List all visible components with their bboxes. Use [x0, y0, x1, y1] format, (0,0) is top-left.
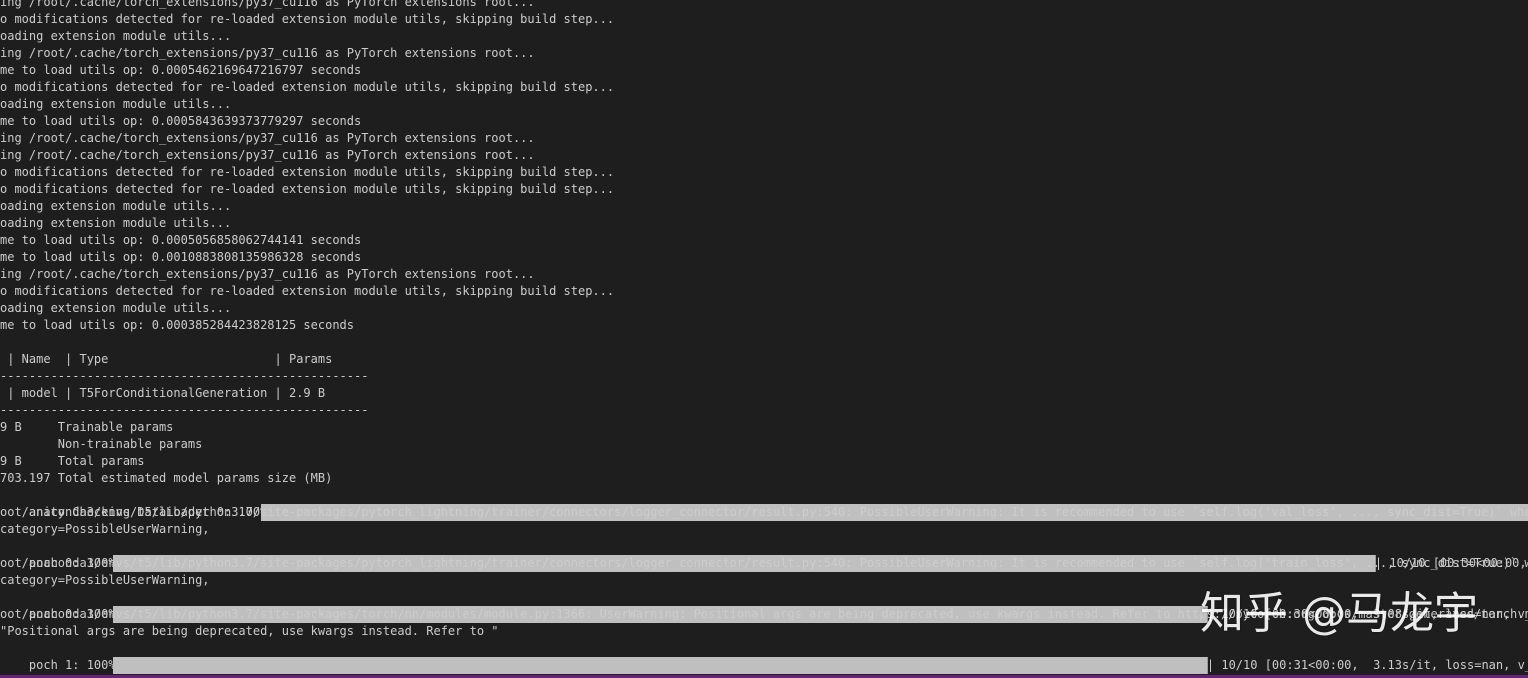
log-line: ing /root/.cache/torch_extensions/py37_c…: [0, 46, 535, 60]
non-trainable-params-line: Non-trainable params: [0, 437, 203, 451]
progress-fill: [112, 657, 1208, 674]
log-line: o modifications detected for re-loaded e…: [0, 165, 615, 179]
model-summary-divider: ----------------------------------------…: [0, 403, 369, 417]
total-params-line: 9 B Total params: [0, 454, 145, 468]
model-summary-row: | model | T5ForConditionalGeneration | 2…: [0, 386, 326, 400]
epoch-label: poch 1: 100%|: [28, 658, 123, 672]
epoch-progress-row: poch 1: 100%| | 10/10 [00:31<00:00, 3.13s…: [0, 640, 1528, 674]
log-line: o modifications detected for re-loaded e…: [0, 12, 615, 26]
trainable-params-line: 9 B Trainable params: [0, 420, 174, 434]
log-line: o modifications detected for re-loaded e…: [0, 284, 615, 298]
zhihu-watermark: 知乎 @马龙宇: [1200, 588, 1478, 639]
log-line: ing /root/.cache/torch_extensions/py37_c…: [0, 131, 535, 145]
log-line: me to load utils op: 0.00058436393737792…: [0, 114, 362, 128]
log-line: o modifications detected for re-loaded e…: [0, 80, 615, 94]
sanity-check-row: anity Checking DataLoader 0: 100%|: [0, 487, 1528, 521]
log-line: oading extension module utils...: [0, 216, 232, 230]
log-line: oading extension module utils...: [0, 29, 232, 43]
warning-category-line: category=PossibleUserWarning,: [0, 573, 210, 587]
log-line: oading extension module utils...: [0, 301, 232, 315]
log-line: me to load utils op: 0.00108838081359863…: [0, 250, 362, 264]
log-line: oading extension module utils...: [0, 199, 232, 213]
log-line: oading extension module utils...: [0, 97, 232, 111]
log-line: ing /root/.cache/torch_extensions/py37_c…: [0, 148, 535, 162]
warning-category-line: category=PossibleUserWarning,: [0, 522, 210, 536]
log-line: ing /root/.cache/torch_extensions/py37_c…: [0, 0, 535, 9]
model-summary-divider: ----------------------------------------…: [0, 369, 369, 383]
params-size-line: 703.197 Total estimated model params siz…: [0, 471, 333, 485]
epoch-progress-row: poch 0: 100%|| 10/10 [00:30<00:00, 3.0: [0, 538, 1528, 572]
model-summary-header: | Name | Type | Params: [0, 352, 333, 366]
log-line: ing /root/.cache/torch_extensions/py37_c…: [0, 267, 535, 281]
log-line: me to load utils op: 0.00050568580627441…: [0, 233, 362, 247]
log-line: o modifications detected for re-loaded e…: [0, 182, 615, 196]
epoch-stats: | 10/10 [00:31<00:00, 3.13s/it, loss=nan…: [1206, 658, 1528, 672]
terminal-output[interactable]: ing /root/.cache/torch_extensions/py37_c…: [0, 0, 1528, 675]
warning-quote-line: "Positional args are being deprecated, u…: [0, 624, 499, 638]
warning-line: oot/anaconda3/envs/t5/lib/python3.7/site…: [0, 556, 1528, 570]
log-line: me to load utils op: 0.00054621696472167…: [0, 63, 362, 77]
warning-line: oot/anaconda3/envs/t5/lib/python3.7/site…: [0, 505, 1528, 519]
log-line: me to load utils op: 0.00038528442382812…: [0, 318, 355, 332]
epoch-progress-bar: [112, 657, 1208, 674]
